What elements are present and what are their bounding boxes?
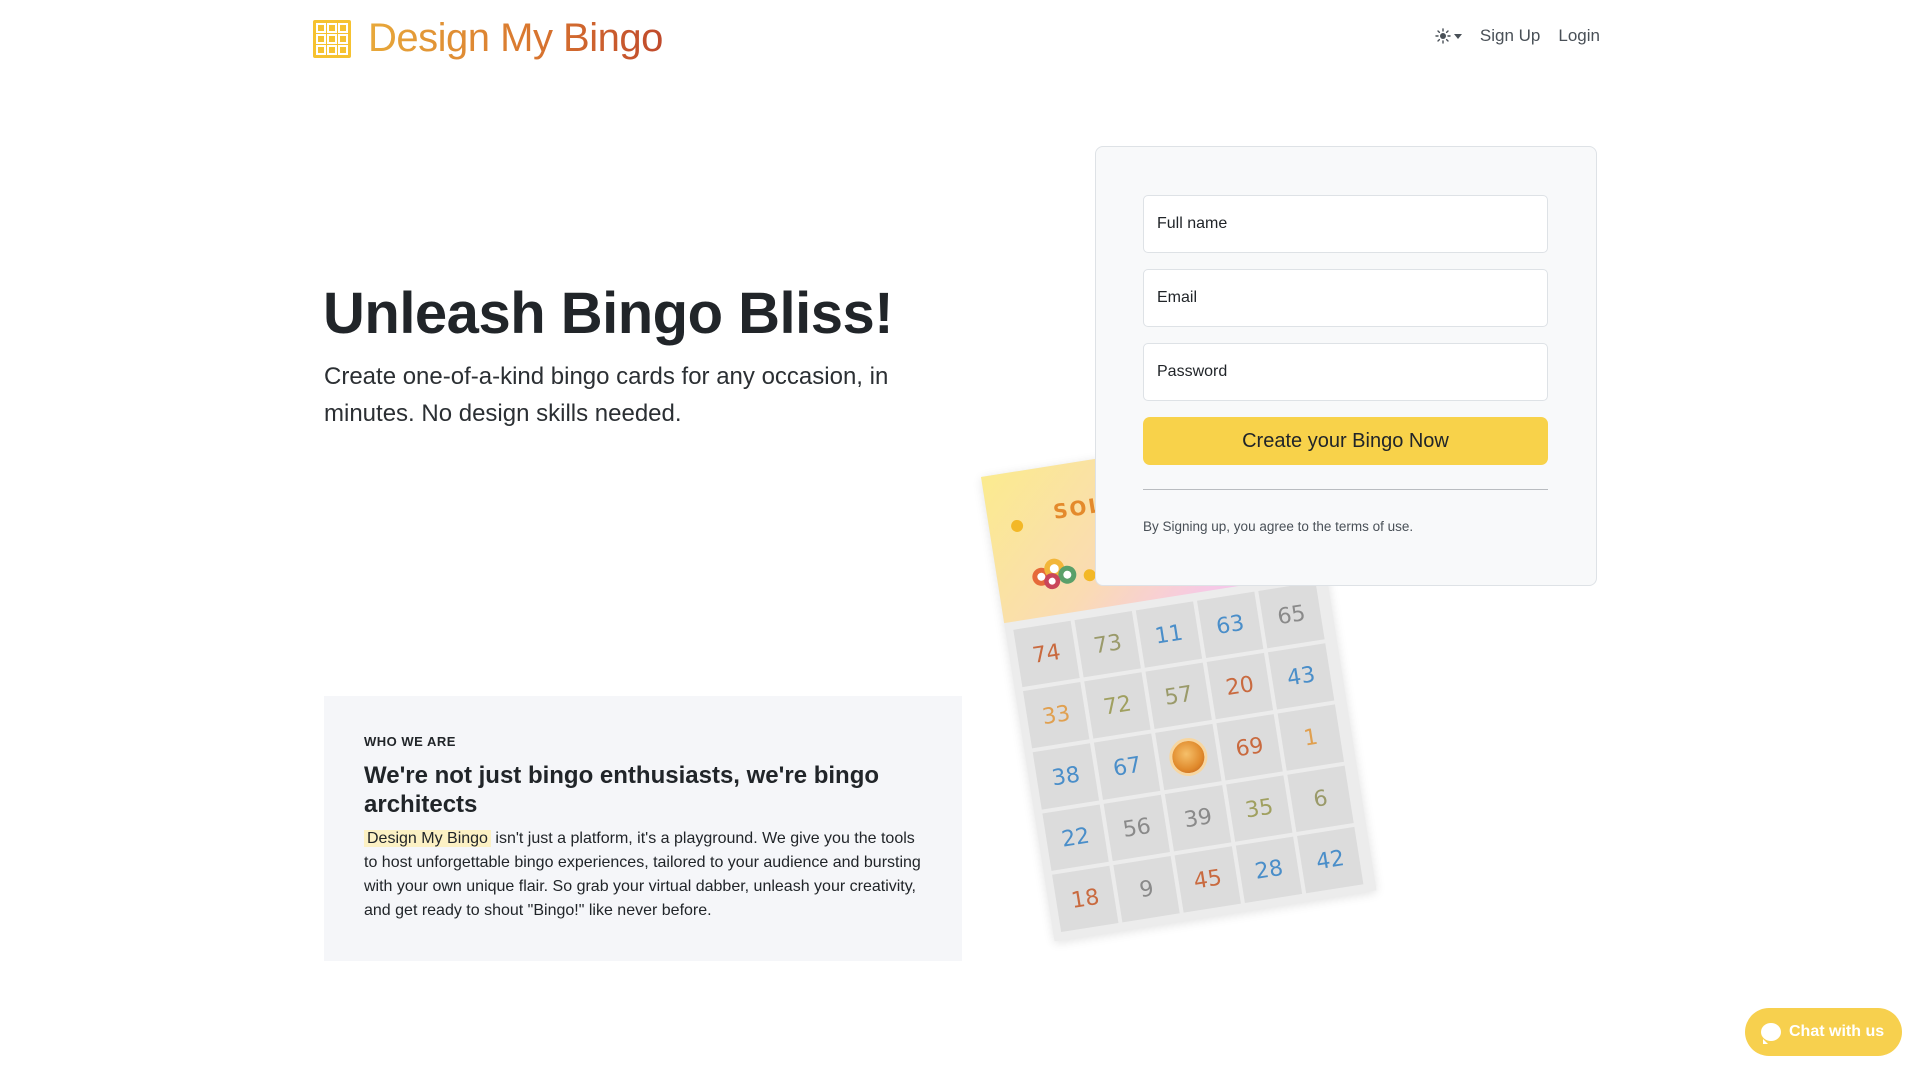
brand-highlight: Design My Bingo [364,830,491,847]
nav-signup-link[interactable]: Sign Up [1480,26,1540,46]
brand-name: Design My Bingo [368,16,663,60]
bingo-number-grid: 74 73 11 63 65 33 72 57 20 43 38 67 69 1 22 56 39 35 6 18 9 4… [1013,581,1364,933]
sun-icon [1435,28,1451,44]
section-kicker: WHO WE ARE [364,734,456,749]
chat-with-us-button[interactable]: Chat with us [1745,1008,1902,1056]
password-field[interactable] [1143,343,1548,401]
bingo-grid-logo-icon [313,19,351,58]
bingo-number-cell: 43 [1267,643,1335,710]
chat-label: Chat with us [1789,1023,1885,1040]
free-space-cell [1155,723,1222,791]
bingo-number-cell: 74 [1013,620,1080,688]
email-field[interactable] [1143,269,1548,327]
full-name-field[interactable] [1143,195,1548,253]
bingo-number-cell: 56 [1103,794,1170,862]
bingo-balls-icon [1032,558,1077,590]
top-nav: Sign Up Login [1435,26,1600,46]
who-we-are-section: WHO WE ARE We're not just bingo enthusia… [324,696,962,961]
bingo-number-cell: 69 [1216,714,1283,781]
bingo-number-cell: 9 [1113,856,1180,923]
chat-bubble-icon [1761,1023,1781,1044]
bingo-number-cell: 42 [1297,826,1364,894]
theme-toggle-dropdown[interactable] [1435,28,1462,44]
coin-icon [1010,519,1024,533]
section-body: Design My Bingo isn't just a platform, i… [364,827,922,923]
bingo-number-cell: 20 [1206,652,1274,720]
hero-title: Unleash Bingo Bliss! [323,281,894,346]
brand-logo[interactable]: Design My Bingo [312,16,663,61]
bingo-number-cell: 33 [1023,681,1090,749]
bingo-number-cell: 65 [1258,581,1325,649]
bingo-number-cell: 72 [1084,672,1151,739]
lion-emblem-icon [1166,735,1211,779]
chevron-down-icon [1453,33,1462,39]
nav-login-link[interactable]: Login [1558,26,1600,46]
bingo-number-cell: 18 [1052,865,1119,933]
bingo-number-cell: 73 [1074,611,1141,678]
bingo-number-cell: 35 [1226,775,1293,842]
bingo-number-cell: 22 [1042,804,1109,871]
form-divider [1143,489,1548,490]
bingo-number-cell: 1 [1277,704,1345,771]
bingo-number-cell: 63 [1197,591,1264,659]
bingo-number-cell: 39 [1164,785,1232,852]
terms-text: By Signing up, you agree to the terms of… [1143,519,1414,534]
bingo-number-cell: 38 [1032,743,1100,810]
create-bingo-button[interactable]: Create your Bingo Now [1143,417,1548,465]
bingo-number-cell: 6 [1287,765,1354,833]
signup-form: Create your Bingo Now By Signing up, you… [1095,146,1597,586]
site-header: Design My Bingo Sign Up Login [0,0,1920,76]
section-title: We're not just bingo enthusiasts, we're … [364,762,880,818]
bingo-number-cell: 28 [1235,836,1303,903]
hero-subtitle: Create one-of-a-kind bingo cards for any… [324,363,889,427]
bingo-number-cell: 11 [1135,601,1203,668]
bingo-number-cell: 45 [1174,846,1241,913]
bingo-number-cell: 67 [1093,733,1161,800]
bingo-number-cell: 57 [1145,662,1212,729]
